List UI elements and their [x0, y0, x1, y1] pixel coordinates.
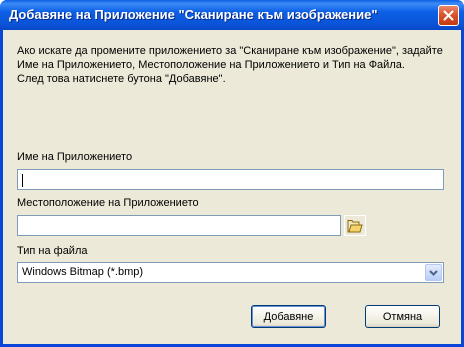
- app-name-label: Име на Приложението: [17, 151, 133, 163]
- instructions: Ако искате да промените приложението за …: [17, 44, 457, 86]
- file-type-label: Тип на файла: [17, 245, 88, 257]
- title-bar[interactable]: Добавяне на Приложение "Сканиране към из…: [0, 0, 464, 30]
- dropdown-arrow-button[interactable]: [425, 264, 442, 281]
- cancel-button[interactable]: Отмяна: [365, 305, 440, 328]
- close-icon: [443, 10, 454, 21]
- add-button[interactable]: Добавяне: [251, 305, 326, 328]
- close-button[interactable]: [438, 5, 459, 26]
- dialog-body: Ако искате да промените приложението за …: [3, 30, 461, 344]
- text-caret: [22, 174, 23, 187]
- instructions-line-1: Ако искате да промените приложението за …: [17, 45, 443, 57]
- file-type-selected: Windows Bitmap (*.bmp): [22, 266, 144, 278]
- folder-icon: [347, 219, 363, 232]
- app-location-input[interactable]: [17, 215, 341, 236]
- dialog-window: Добавяне на Приложение "Сканиране към из…: [0, 0, 464, 347]
- file-type-select[interactable]: Windows Bitmap (*.bmp): [17, 262, 444, 283]
- app-location-label: Местоположение на Приложението: [17, 197, 199, 209]
- instructions-line-3: След това натиснете бутона "Добавяне".: [17, 73, 226, 85]
- window-title: Добавяне на Приложение "Сканиране към из…: [9, 7, 378, 22]
- app-name-input[interactable]: [17, 169, 444, 190]
- instructions-line-2: Име на Приложението, Местоположение на П…: [17, 59, 405, 71]
- browse-button[interactable]: [344, 215, 366, 236]
- chevron-down-icon: [429, 269, 438, 276]
